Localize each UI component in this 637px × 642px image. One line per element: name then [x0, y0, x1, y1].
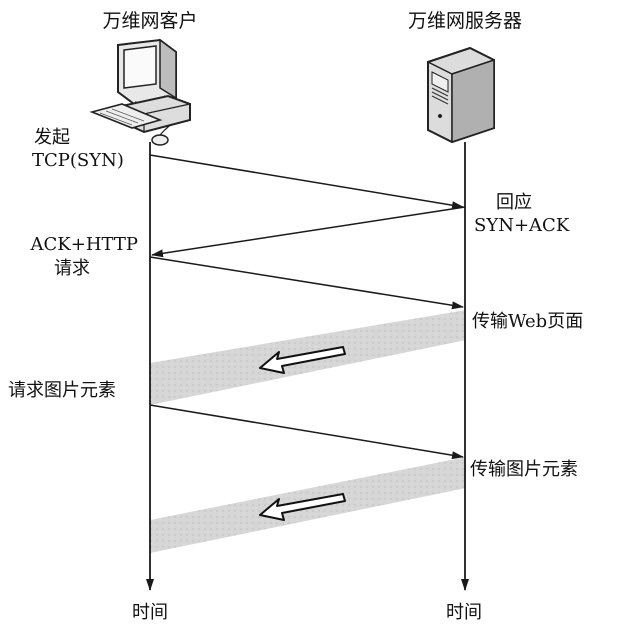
syn-ack-message-arrow	[151, 206, 466, 258]
syn-message-arrow	[149, 154, 464, 210]
desktop-computer-icon	[89, 38, 191, 146]
image-request-label: 请求图片元素	[8, 380, 116, 401]
server-tower-icon	[427, 46, 495, 144]
server-time-label: 时间	[446, 602, 482, 623]
syn-label-line1: 发起	[34, 127, 70, 148]
ack-http-label-line2: 请求	[54, 258, 90, 279]
client-time-label: 时间	[132, 602, 168, 623]
image-send-label: 传输图片元素	[470, 459, 578, 480]
ack-http-label-line1: ACK+HTTP	[30, 234, 138, 255]
client-title: 万维网客户	[102, 10, 198, 32]
tcp-http-sequence-diagram: 万维网客户 万维网服务器 发起 TCP(SYN) ACK+HTTP 请求 请求图…	[0, 0, 637, 642]
http-request-arrow	[149, 256, 464, 310]
image-request-arrow	[149, 404, 464, 460]
syn-label-line2: TCP(SYN)	[32, 150, 124, 171]
syn-ack-label-line2: SYN+ACK	[474, 215, 570, 236]
syn-ack-label-line1: 回应	[496, 192, 532, 213]
server-title: 万维网服务器	[407, 10, 522, 32]
web-page-send-label: 传输Web页面	[472, 311, 584, 332]
